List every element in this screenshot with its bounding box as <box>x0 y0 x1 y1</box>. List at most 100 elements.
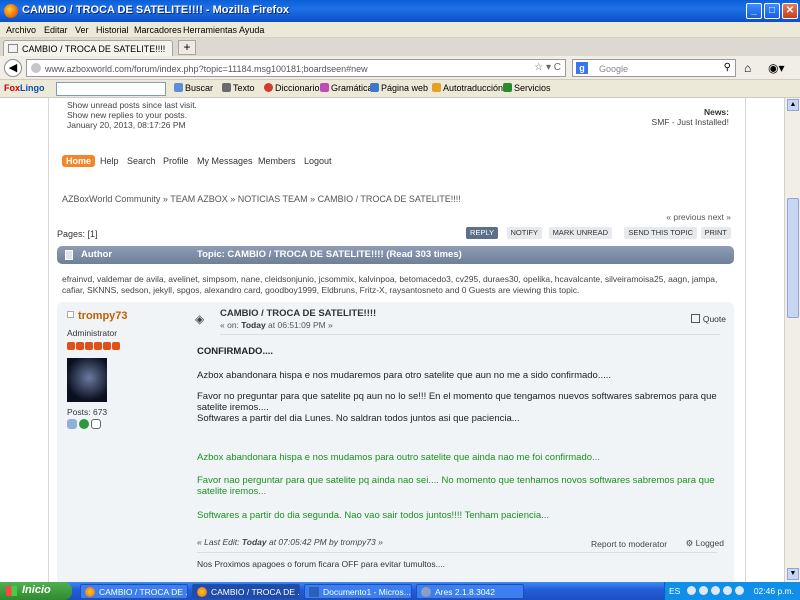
website-icon[interactable] <box>79 419 89 429</box>
foxlingo-brand-a: Fox <box>4 83 21 93</box>
post-date-prefix: « on: <box>220 320 242 330</box>
home-icon[interactable]: ⌂ <box>744 61 751 75</box>
scroll-thumb[interactable] <box>787 198 799 318</box>
breadcrumb[interactable]: AZBoxWorld Community » TEAM AZBOX » NOTI… <box>62 194 461 204</box>
foxlingo-pagina-web-label: Página web <box>381 83 429 93</box>
foxlingo-brand-b: Lingo <box>20 83 45 93</box>
news-label: News: <box>703 107 729 117</box>
show-replies-link[interactable]: Show new replies to your posts. <box>67 110 197 120</box>
page-favicon-icon <box>8 44 18 53</box>
pm-icon[interactable] <box>91 419 101 429</box>
menu-profile[interactable]: Profile <box>163 156 189 166</box>
vertical-scrollbar[interactable]: ▲ ▼ <box>784 98 800 582</box>
notify-button[interactable]: NOTIFY <box>506 227 542 239</box>
post-line-confirm: CONFIRMADO.... <box>197 346 273 357</box>
quote-button[interactable]: Quote <box>690 314 726 324</box>
poster-name[interactable]: trompy73 <box>67 310 128 322</box>
close-button[interactable]: ✕ <box>782 3 798 19</box>
volume-icon[interactable] <box>735 586 744 595</box>
start-label: Inicio <box>22 584 51 596</box>
menu-search[interactable]: Search <box>127 156 156 166</box>
task-firefox-2[interactable]: CAMBIO / TROCA DE ... <box>192 584 300 599</box>
addon-icon[interactable]: ◉▾ <box>768 61 785 75</box>
task-ares[interactable]: Ares 2.1.8.3042 <box>416 584 524 599</box>
scroll-down-icon[interactable]: ▼ <box>787 568 799 580</box>
post-line-es2: Favor no preguntar para que satelite pq … <box>197 391 717 413</box>
foxlingo-pagina-web[interactable]: Página web <box>370 83 428 93</box>
menu-help[interactable]: Help <box>100 156 119 166</box>
quote-label: Quote <box>702 314 726 324</box>
menu-home[interactable]: Home <box>62 155 96 167</box>
tray-icon[interactable] <box>687 586 696 595</box>
maximize-button[interactable]: □ <box>764 3 780 19</box>
globe-icon <box>31 63 41 73</box>
foxlingo-buscar-label: Buscar <box>185 83 214 93</box>
foxlingo-diccionario[interactable]: Diccionario <box>264 83 320 93</box>
menu-marcadores[interactable]: Marcadores <box>134 25 182 35</box>
report-to-moderator-link[interactable]: Report to moderator <box>591 539 667 549</box>
news-text: SMF - Just Installed! <box>651 117 729 127</box>
foxlingo-input[interactable] <box>56 82 166 96</box>
foxlingo-toolbar: FoxLingo Buscar Texto Diccionario Gramát… <box>0 80 800 98</box>
browser-tab[interactable]: CAMBIO / TROCA DE SATELITE!!!! <box>3 40 173 56</box>
show-unread-link[interactable]: Show unread posts since last visit. <box>67 100 197 110</box>
ares-icon <box>421 587 431 597</box>
bookmark-star-icon[interactable]: ☆ ▾ C <box>534 62 561 73</box>
rank-stars <box>67 342 121 352</box>
menu-ayuda[interactable]: Ayuda <box>239 25 264 35</box>
url-bar[interactable]: www.azboxworld.com/forum/index.php?topic… <box>26 59 566 77</box>
send-topic-button[interactable]: SEND THIS TOPIC <box>624 227 697 239</box>
last-edit-rest: at 07:05:42 PM by trompy73 » <box>266 537 383 547</box>
task-label: Ares 2.1.8.3042 <box>435 587 496 597</box>
foxlingo-gramatica[interactable]: Gramática <box>320 83 373 93</box>
tray-icon[interactable] <box>723 586 732 595</box>
menu-editar[interactable]: Editar <box>44 25 68 35</box>
scroll-up-icon[interactable]: ▲ <box>787 99 799 111</box>
menu-historial[interactable]: Historial <box>96 25 129 35</box>
post-signature: Nos Proximos apagoes o forum ficara OFF … <box>197 559 446 569</box>
post-subject[interactable]: CAMBIO / TROCA DE SATELITE!!!! <box>220 308 376 319</box>
mark-unread-button[interactable]: MARK UNREAD <box>548 227 612 239</box>
minimize-button[interactable]: _ <box>746 3 762 19</box>
topic-header: Topic: CAMBIO / TROCA DE SATELITE!!!! (R… <box>197 249 462 260</box>
quote-icon <box>690 314 700 323</box>
language-indicator[interactable]: ES <box>669 586 680 596</box>
task-firefox-1[interactable]: CAMBIO / TROCA DE ... <box>80 584 188 599</box>
current-date: January 20, 2013, 08:17:26 PM <box>67 120 186 130</box>
menu-logout[interactable]: Logout <box>304 156 332 166</box>
search-input[interactable]: g Google ⚲ <box>572 59 736 77</box>
foxlingo-diccionario-label: Diccionario <box>275 83 320 93</box>
topic-header-bar: Author Topic: CAMBIO / TROCA DE SATELITE… <box>57 246 734 264</box>
webpage-icon <box>370 83 379 92</box>
magnifier-icon[interactable]: ⚲ <box>724 62 731 73</box>
prev-next-links[interactable]: « previous next » <box>666 212 731 222</box>
foxlingo-servicios[interactable]: Servicios <box>503 83 551 93</box>
menu-archivo[interactable]: Archivo <box>6 25 36 35</box>
logged-indicator: ⚙ Logged <box>686 538 724 549</box>
menu-my-messages[interactable]: My Messages <box>197 156 253 166</box>
pagination[interactable]: Pages: [1] <box>57 229 98 239</box>
foxlingo-logo: FoxLingo <box>4 83 45 93</box>
foxlingo-autotraduccion[interactable]: Autotraducción <box>432 83 503 93</box>
print-button[interactable]: PRINT <box>700 227 731 239</box>
post-subject-icon: ◈ <box>195 312 205 326</box>
reply-button[interactable]: REPLY <box>465 227 498 239</box>
tray-icon[interactable] <box>711 586 720 595</box>
menu-herramientas[interactable]: Herramientas <box>183 25 237 35</box>
profile-icon[interactable] <box>67 419 77 429</box>
document-icon <box>65 250 73 260</box>
task-label: CAMBIO / TROCA DE ... <box>99 587 188 597</box>
star-icon <box>112 342 120 350</box>
menu-members[interactable]: Members <box>258 156 296 166</box>
menu-ver[interactable]: Ver <box>75 25 89 35</box>
back-arrow-icon[interactable]: ◀ <box>4 59 22 77</box>
foxlingo-texto[interactable]: Texto <box>222 83 255 93</box>
post-line-pt3: Softwares a partir do dia segunda. Nao v… <box>197 510 550 521</box>
task-word[interactable]: Documento1 - Micros... <box>304 584 412 599</box>
google-icon[interactable]: g <box>576 62 588 74</box>
new-tab-button[interactable]: + <box>178 40 196 55</box>
start-button[interactable]: Inicio <box>0 582 72 600</box>
tray-icon[interactable] <box>699 586 708 595</box>
text-icon <box>222 83 231 92</box>
foxlingo-buscar[interactable]: Buscar <box>174 83 213 93</box>
